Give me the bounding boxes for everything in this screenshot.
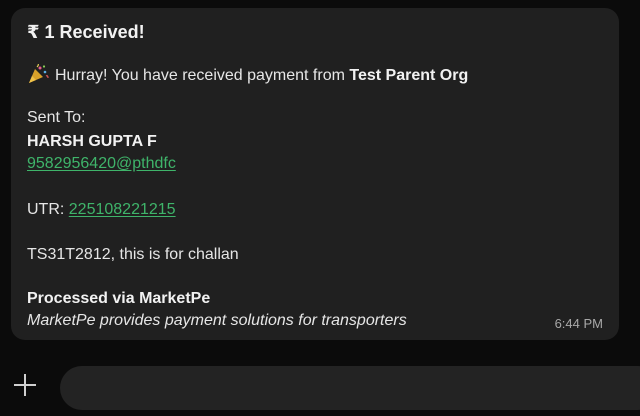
composer-bar <box>0 352 640 416</box>
utr-link[interactable]: 225108221215 <box>69 201 176 218</box>
chat-screen: ₹ 1 Received! Hurray! You have received … <box>0 0 640 416</box>
hurray-text: Hurray! You have received payment from <box>55 67 350 84</box>
tagline-text: MarketPe provides payment solutions for … <box>27 312 407 329</box>
hurray-line: Hurray! You have received payment from T… <box>27 63 469 85</box>
recipient-upi-line: 9582956420@pthdfc <box>27 155 176 173</box>
utr-label: UTR: <box>27 201 69 218</box>
recipient-name: HARSH GUPTA F <box>27 133 157 150</box>
payer-name: Test Parent Org <box>349 67 469 84</box>
message-input[interactable] <box>60 366 640 410</box>
message-bubble: ₹ 1 Received! Hurray! You have received … <box>11 8 619 340</box>
plus-icon[interactable] <box>10 370 40 400</box>
processed-label: Processed via MarketPe <box>27 290 211 307</box>
message-title: ₹ 1 Received! <box>27 22 145 42</box>
party-popper-icon <box>27 63 49 84</box>
recipient-upi-link[interactable]: 9582956420@pthdfc <box>27 155 176 172</box>
note-text: TS31T2812, this is for challan <box>27 246 239 263</box>
message-time: 6:44 PM <box>554 316 603 331</box>
utr-line: UTR: 225108221215 <box>27 201 176 219</box>
sent-to-label: Sent To: <box>27 109 86 126</box>
